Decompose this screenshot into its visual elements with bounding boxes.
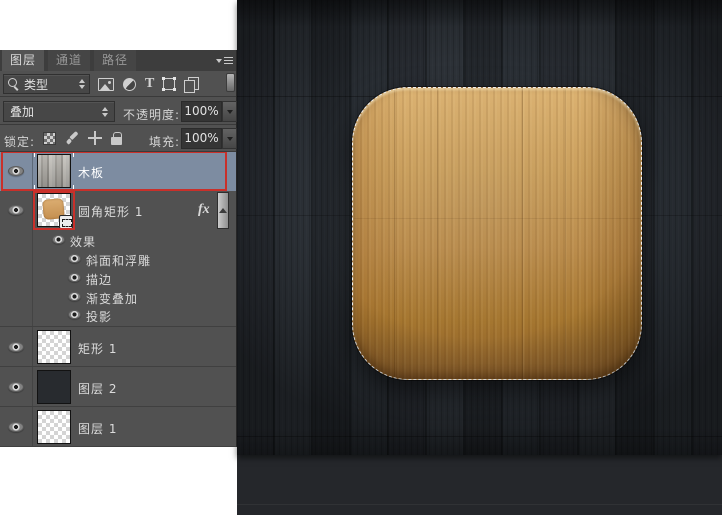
adjustment-layer-filter-icon[interactable] [123,77,136,91]
visibility-eye-icon[interactable] [8,422,24,432]
eye-cell [0,287,33,306]
effect-label: 渐变叠加 [86,292,139,306]
layer-thumbnail[interactable] [37,193,73,229]
canvas-edge-line [237,504,722,505]
clipped-toggle-icon[interactable] [226,73,235,92]
layer-row-layer2[interactable]: 图层 2 [0,367,236,407]
tab-paths[interactable]: 路径 [94,50,137,71]
selection-bracket-icon [68,152,74,157]
panel-tabbar: 图层 通道 路径 [0,50,236,71]
effect-label: 投影 [86,310,113,324]
blend-mode-value: 叠加 [10,105,35,119]
tab-channels[interactable]: 通道 [48,50,91,71]
canvas-area[interactable] [237,0,722,515]
lock-transparent-pixels-icon[interactable] [43,131,56,145]
layer-thumbnail[interactable] [37,370,71,404]
layers-panel: 图层 通道 路径 类型 T 叠加 不透明度: 100% 锁定: 填充: 100%… [0,50,237,447]
fx-badge[interactable]: fx [198,202,210,218]
canvas-center-glow [297,40,697,430]
spinner-arrows-icon [102,106,108,117]
shape-layer-filter-icon[interactable] [162,77,176,90]
type-layer-filter-icon[interactable]: T [145,77,154,91]
tab-layers[interactable]: 图层 [2,50,45,71]
pixel-layer-filter-icon[interactable] [98,77,114,91]
eye-cell [0,327,33,366]
layer-row-rectangle[interactable]: 矩形 1 [0,327,236,367]
layer-name: 图层 1 [78,422,118,436]
eye-cell [0,249,33,268]
eye-cell [0,230,33,249]
scroll-up-arrow-icon [219,204,227,213]
spinner-arrows-icon [79,79,85,89]
effect-label: 斜面和浮雕 [86,254,152,268]
visibility-eye-icon[interactable] [8,342,24,352]
lock-label: 锁定: [4,135,36,149]
layer-name: 木板 [78,166,105,180]
lock-row: 锁定: 填充: 100% [0,125,237,152]
layer-thumbnail[interactable] [37,410,71,444]
layer-filter-row: 类型 T [0,71,236,97]
visibility-eye-icon[interactable] [68,273,81,282]
filter-kind-select[interactable]: 类型 [3,74,90,94]
selection-bracket-icon [34,152,40,157]
layer-row-layer1[interactable]: 图层 1 [0,407,236,447]
eye-cell [0,306,33,326]
visibility-eye-icon[interactable] [68,310,81,319]
blend-mode-row: 叠加 不透明度: 100% [0,97,237,125]
canvas-dark-wood-background [237,0,722,455]
fill-dropdown-button[interactable] [222,128,237,149]
layer-row-wood-plank[interactable]: 木板 [0,152,236,191]
layers-list: 木板 圆角矩形 1 fx 效果 斜面和浮雕 描边 渐变叠加 投影 矩形 1 图层… [0,152,236,447]
layer-name: 图层 2 [78,382,118,396]
search-icon [8,78,20,90]
visibility-eye-icon[interactable] [8,205,24,215]
triangle-down-icon [226,110,233,117]
layer-name: 矩形 1 [78,342,118,356]
effects-header-label: 效果 [70,235,97,249]
effect-label: 描边 [86,273,113,287]
opacity-value-field[interactable]: 100% [181,101,222,122]
eye-cell [0,152,33,191]
filter-kind-label: 类型 [24,77,49,92]
layer-row-rounded-rect[interactable]: 圆角矩形 1 fx [0,191,236,230]
panel-menu-icon[interactable] [216,55,233,66]
lock-icons [43,130,122,146]
wood-icon-selection[interactable] [352,87,642,380]
effect-row-drop-shadow[interactable]: 投影 [0,306,236,327]
shape-layer-badge-icon [59,215,73,229]
lock-image-pixels-icon[interactable] [65,131,79,145]
visibility-eye-icon[interactable] [52,235,65,244]
layer-name: 圆角矩形 1 [78,205,144,219]
opacity-label: 不透明度: [123,108,181,122]
visibility-eye-icon[interactable] [8,166,24,176]
fill-label: 填充: [149,135,181,149]
triangle-down-icon [216,59,222,66]
fill-value-field[interactable]: 100% [181,128,222,149]
visibility-eye-icon[interactable] [68,254,81,263]
photoshop-workspace: 图层 通道 路径 类型 T 叠加 不透明度: 100% 锁定: 填充: 100%… [0,0,722,515]
blend-mode-select[interactable]: 叠加 [3,101,115,122]
effects-header-row[interactable]: 效果 [0,230,236,249]
layer-thumbnail[interactable] [34,152,74,191]
visibility-eye-icon[interactable] [68,292,81,301]
layer-thumbnail[interactable] [37,330,71,364]
effect-row-bevel-emboss[interactable]: 斜面和浮雕 [0,249,236,268]
eye-cell [0,191,33,230]
opacity-dropdown-button[interactable] [222,101,237,122]
scrollbar-thumb[interactable] [217,192,229,229]
eye-cell [0,367,33,406]
lock-all-icon[interactable] [111,131,122,145]
filter-type-icons: T [98,74,200,94]
eye-cell [0,407,33,446]
triangle-down-icon [226,137,233,144]
hamburger-lines-icon [224,60,233,61]
visibility-eye-icon[interactable] [8,382,24,392]
effect-row-gradient-overlay[interactable]: 渐变叠加 [0,287,236,306]
lock-position-icon[interactable] [88,131,102,145]
eye-cell [0,268,33,287]
effect-row-stroke[interactable]: 描边 [0,268,236,287]
smart-object-filter-icon[interactable] [184,76,200,93]
